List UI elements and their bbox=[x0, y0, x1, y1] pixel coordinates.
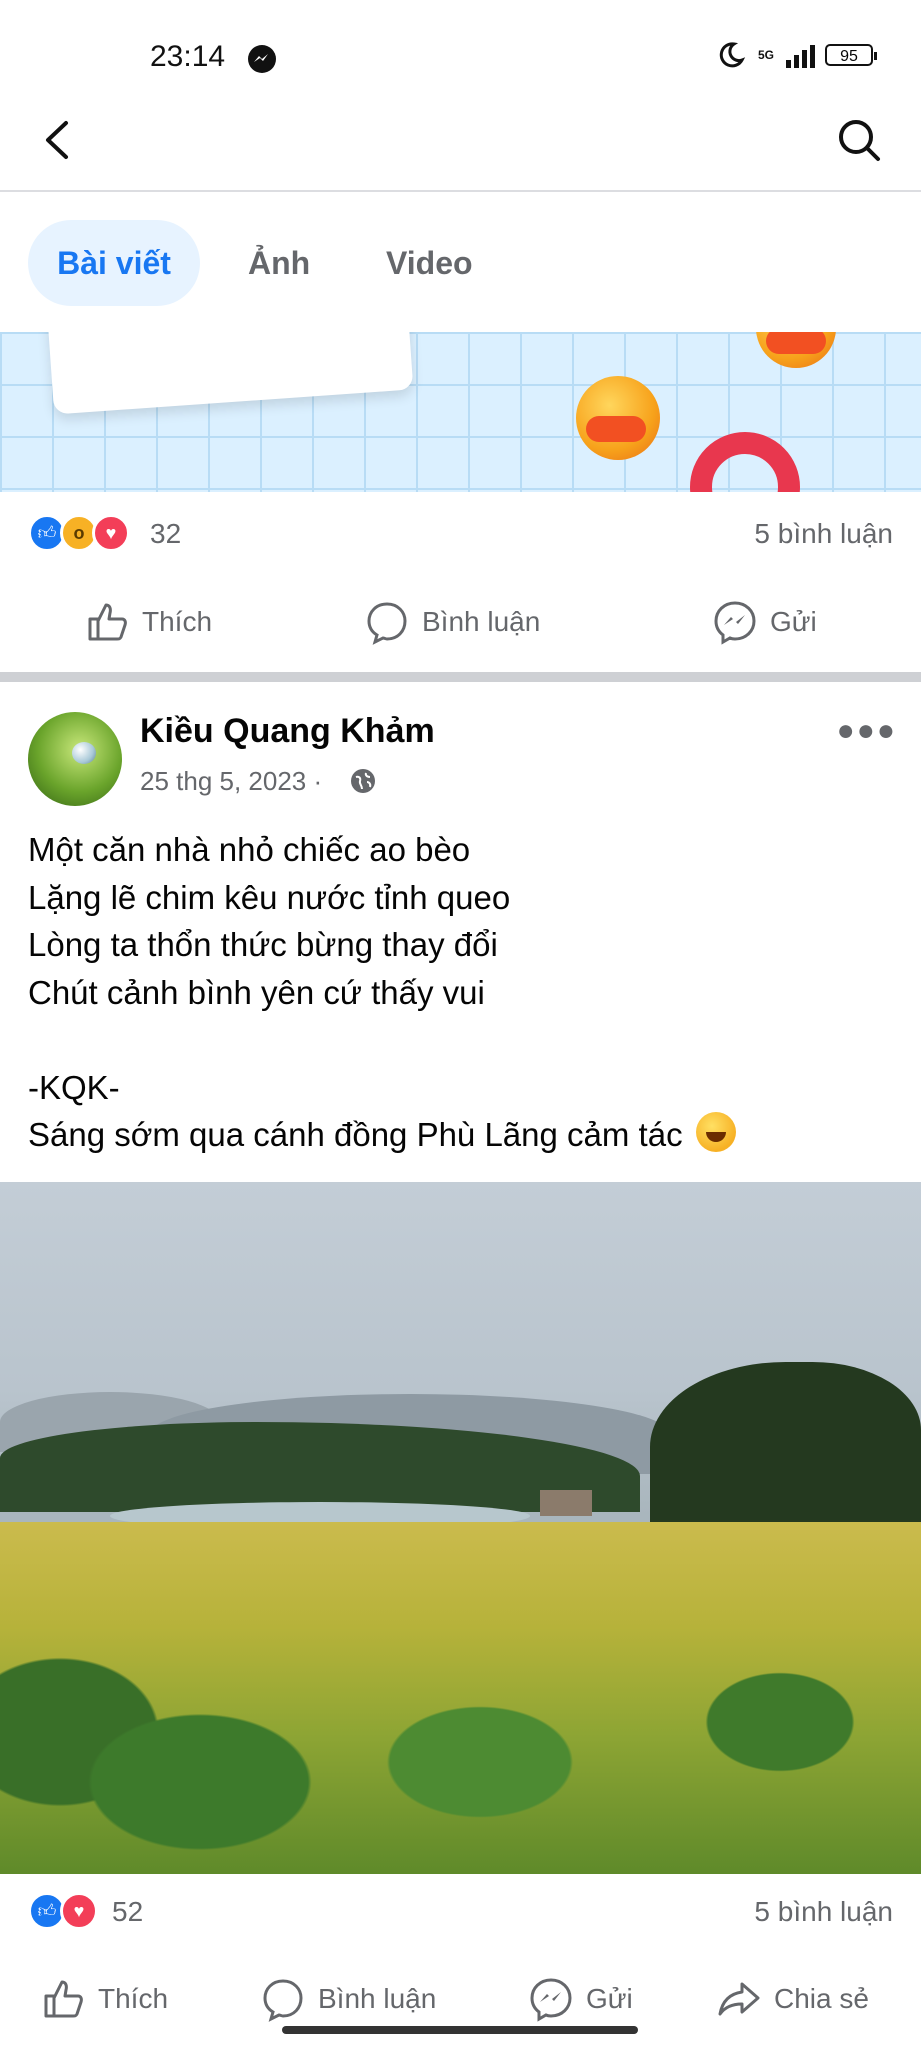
post-line: Một căn nhà nhỏ chiếc ao bèo bbox=[28, 831, 471, 868]
post-line: -KQK- bbox=[28, 1068, 120, 1106]
love-reaction-icon: ♥ bbox=[60, 1892, 98, 1930]
previous-post-image[interactable] bbox=[0, 332, 921, 492]
tab-posts[interactable]: Bài viết bbox=[28, 220, 200, 306]
comment-count[interactable]: 5 bình luận bbox=[754, 518, 893, 550]
thumbs-up-icon bbox=[44, 1980, 83, 2018]
care-emoji-icon bbox=[576, 376, 660, 460]
globe-icon bbox=[351, 769, 375, 793]
reaction-icons[interactable]: 👍︎ o ♥ bbox=[28, 514, 130, 552]
post-text: Một căn nhà nhỏ chiếc ao bèo Lặng lẽ chi… bbox=[28, 826, 888, 1159]
status-icons: 5G 95 bbox=[716, 40, 877, 70]
share-button[interactable]: Chia sẻ bbox=[716, 1976, 869, 2022]
send-label: Gửi bbox=[586, 1983, 633, 2014]
send-button[interactable]: Gửi bbox=[712, 599, 817, 645]
reaction-icons[interactable]: 👍︎ ♥ bbox=[28, 1892, 98, 1930]
tab-video[interactable]: Video bbox=[386, 220, 473, 306]
author-name[interactable]: Kiều Quang Khảm bbox=[140, 712, 435, 751]
home-indicator[interactable] bbox=[282, 2026, 638, 2034]
post-line: Sáng sớm qua cánh đồng Phù Lãng cảm tác bbox=[28, 1116, 683, 1153]
comment-icon bbox=[263, 1979, 303, 2022]
post-line: Chút cảnh bình yên cứ thấy vui bbox=[28, 973, 485, 1011]
comment-icon bbox=[367, 602, 407, 645]
laughing-emoji-icon bbox=[695, 1112, 736, 1152]
thumbs-up-icon bbox=[88, 603, 127, 641]
messenger-send-icon bbox=[530, 1978, 572, 2022]
card-graphic bbox=[46, 332, 414, 415]
post-separator bbox=[0, 672, 921, 682]
love-reaction-icon: ♥ bbox=[92, 514, 130, 552]
post-line: Lặng lẽ chim kêu nước tỉnh queo bbox=[28, 878, 511, 916]
comment-button[interactable]: Bình luận bbox=[260, 1976, 436, 2022]
send-button[interactable]: Gửi bbox=[528, 1976, 633, 2022]
like-button[interactable]: Thích bbox=[40, 1976, 168, 2022]
signal-icon bbox=[786, 42, 815, 68]
messenger-icon bbox=[248, 45, 276, 73]
share-label: Chia sẻ bbox=[774, 1983, 869, 2014]
post-line: Lòng ta thổn thức bừng thay đổi bbox=[28, 926, 498, 963]
avatar[interactable] bbox=[28, 712, 122, 806]
messenger-send-icon bbox=[714, 601, 756, 645]
search-icon[interactable] bbox=[835, 115, 883, 165]
tab-photos[interactable]: Ảnh bbox=[248, 220, 310, 306]
comment-label: Bình luận bbox=[318, 1983, 437, 2014]
post-date[interactable]: 25 thg 5, 2023 · bbox=[140, 766, 322, 797]
share-icon bbox=[718, 1982, 760, 2016]
more-options-icon[interactable]: ●●● bbox=[837, 714, 897, 748]
battery-icon: 95 bbox=[825, 44, 877, 66]
comment-button[interactable]: Bình luận bbox=[364, 599, 540, 645]
post-photo[interactable] bbox=[0, 1182, 921, 1874]
header-divider bbox=[0, 190, 921, 192]
send-label: Gửi bbox=[770, 606, 817, 637]
like-label: Thích bbox=[142, 606, 213, 637]
network-type: 5G bbox=[757, 48, 774, 62]
comment-count[interactable]: 5 bình luận bbox=[754, 1896, 893, 1928]
like-label: Thích bbox=[98, 1983, 169, 2014]
moon-icon bbox=[719, 42, 746, 68]
back-arrow-icon[interactable] bbox=[40, 115, 76, 165]
comment-label: Bình luận bbox=[422, 606, 541, 637]
reaction-count[interactable]: 32 bbox=[150, 518, 181, 550]
heart-graphic bbox=[690, 432, 800, 492]
care-emoji-icon bbox=[756, 332, 836, 368]
like-button[interactable]: Thích bbox=[84, 599, 212, 645]
status-time: 23:14 bbox=[150, 40, 226, 73]
reaction-count[interactable]: 52 bbox=[112, 1896, 143, 1928]
